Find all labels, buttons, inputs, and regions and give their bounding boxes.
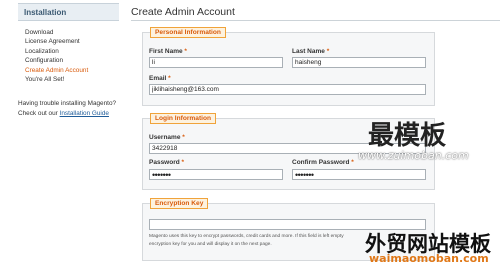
required-mark: * [181, 159, 185, 166]
last-name-input[interactable] [292, 57, 426, 68]
confirm-password-input[interactable] [292, 169, 426, 180]
encryption-key-note: Magento uses this key to encrypt passwor… [149, 233, 381, 248]
help-line: Having trouble installing Magento? [18, 100, 117, 107]
page-title: Create Admin Account [131, 6, 235, 18]
first-name-label: First Name * [149, 48, 187, 55]
step-license-agreement: License Agreement [25, 38, 80, 46]
sidebar-heading: Installation [18, 3, 119, 21]
email-label-text: Email [149, 75, 167, 82]
username-label-text: Username [149, 134, 181, 141]
login-info-fieldset: Login Information Username * Password * … [142, 113, 435, 190]
help-line-link-row: Check out our Installation Guide [18, 109, 130, 119]
confirm-password-label: Confirm Password * [292, 159, 354, 166]
password-label-text: Password [149, 159, 180, 166]
step-localization: Localization [25, 47, 59, 55]
title-divider [131, 20, 500, 21]
step-configuration: Configuration [25, 57, 64, 65]
note-line: encryption key for you and will display … [149, 241, 272, 247]
install-steps-list: Download License Agreement Localization … [18, 28, 119, 84]
username-input[interactable] [149, 143, 426, 154]
last-name-label-text: Last Name [292, 48, 325, 55]
confirm-password-label-text: Confirm Password [292, 159, 350, 166]
required-mark: * [184, 48, 187, 55]
last-name-label: Last Name * [292, 48, 329, 55]
required-mark: * [351, 159, 354, 166]
required-mark: * [168, 75, 171, 82]
step-download: Download [25, 29, 54, 36]
login-info-legend: Login Information [150, 113, 217, 124]
encryption-key-legend: Encryption Key [150, 198, 209, 209]
install-sidebar: Installation Download License Agreement … [18, 3, 119, 84]
step-create-admin-account: Create Admin Account [25, 66, 89, 74]
password-label: Password * [149, 159, 184, 166]
encryption-key-fieldset: Encryption Key [142, 198, 435, 261]
first-name-label-text: First Name [149, 48, 183, 55]
personal-info-fieldset: Personal Information First Name * Last N… [142, 27, 435, 106]
required-mark: * [182, 134, 185, 141]
first-name-input[interactable] [149, 57, 283, 68]
installation-guide-link[interactable]: Installation Guide [60, 110, 109, 117]
required-mark: * [326, 48, 330, 55]
username-label: Username * [149, 134, 185, 141]
email-input[interactable] [149, 84, 426, 95]
email-label: Email * [149, 75, 171, 82]
step-all-set: You're All Set! [25, 76, 65, 84]
help-text: Having trouble installing Magento? Check… [18, 99, 130, 118]
personal-info-legend: Personal Information [150, 27, 226, 38]
help-prefix: Check out our [18, 109, 58, 117]
encryption-key-input[interactable] [149, 219, 426, 230]
note-line: Magento uses this key to encrypt passwor… [149, 234, 344, 239]
password-input[interactable] [149, 169, 283, 180]
